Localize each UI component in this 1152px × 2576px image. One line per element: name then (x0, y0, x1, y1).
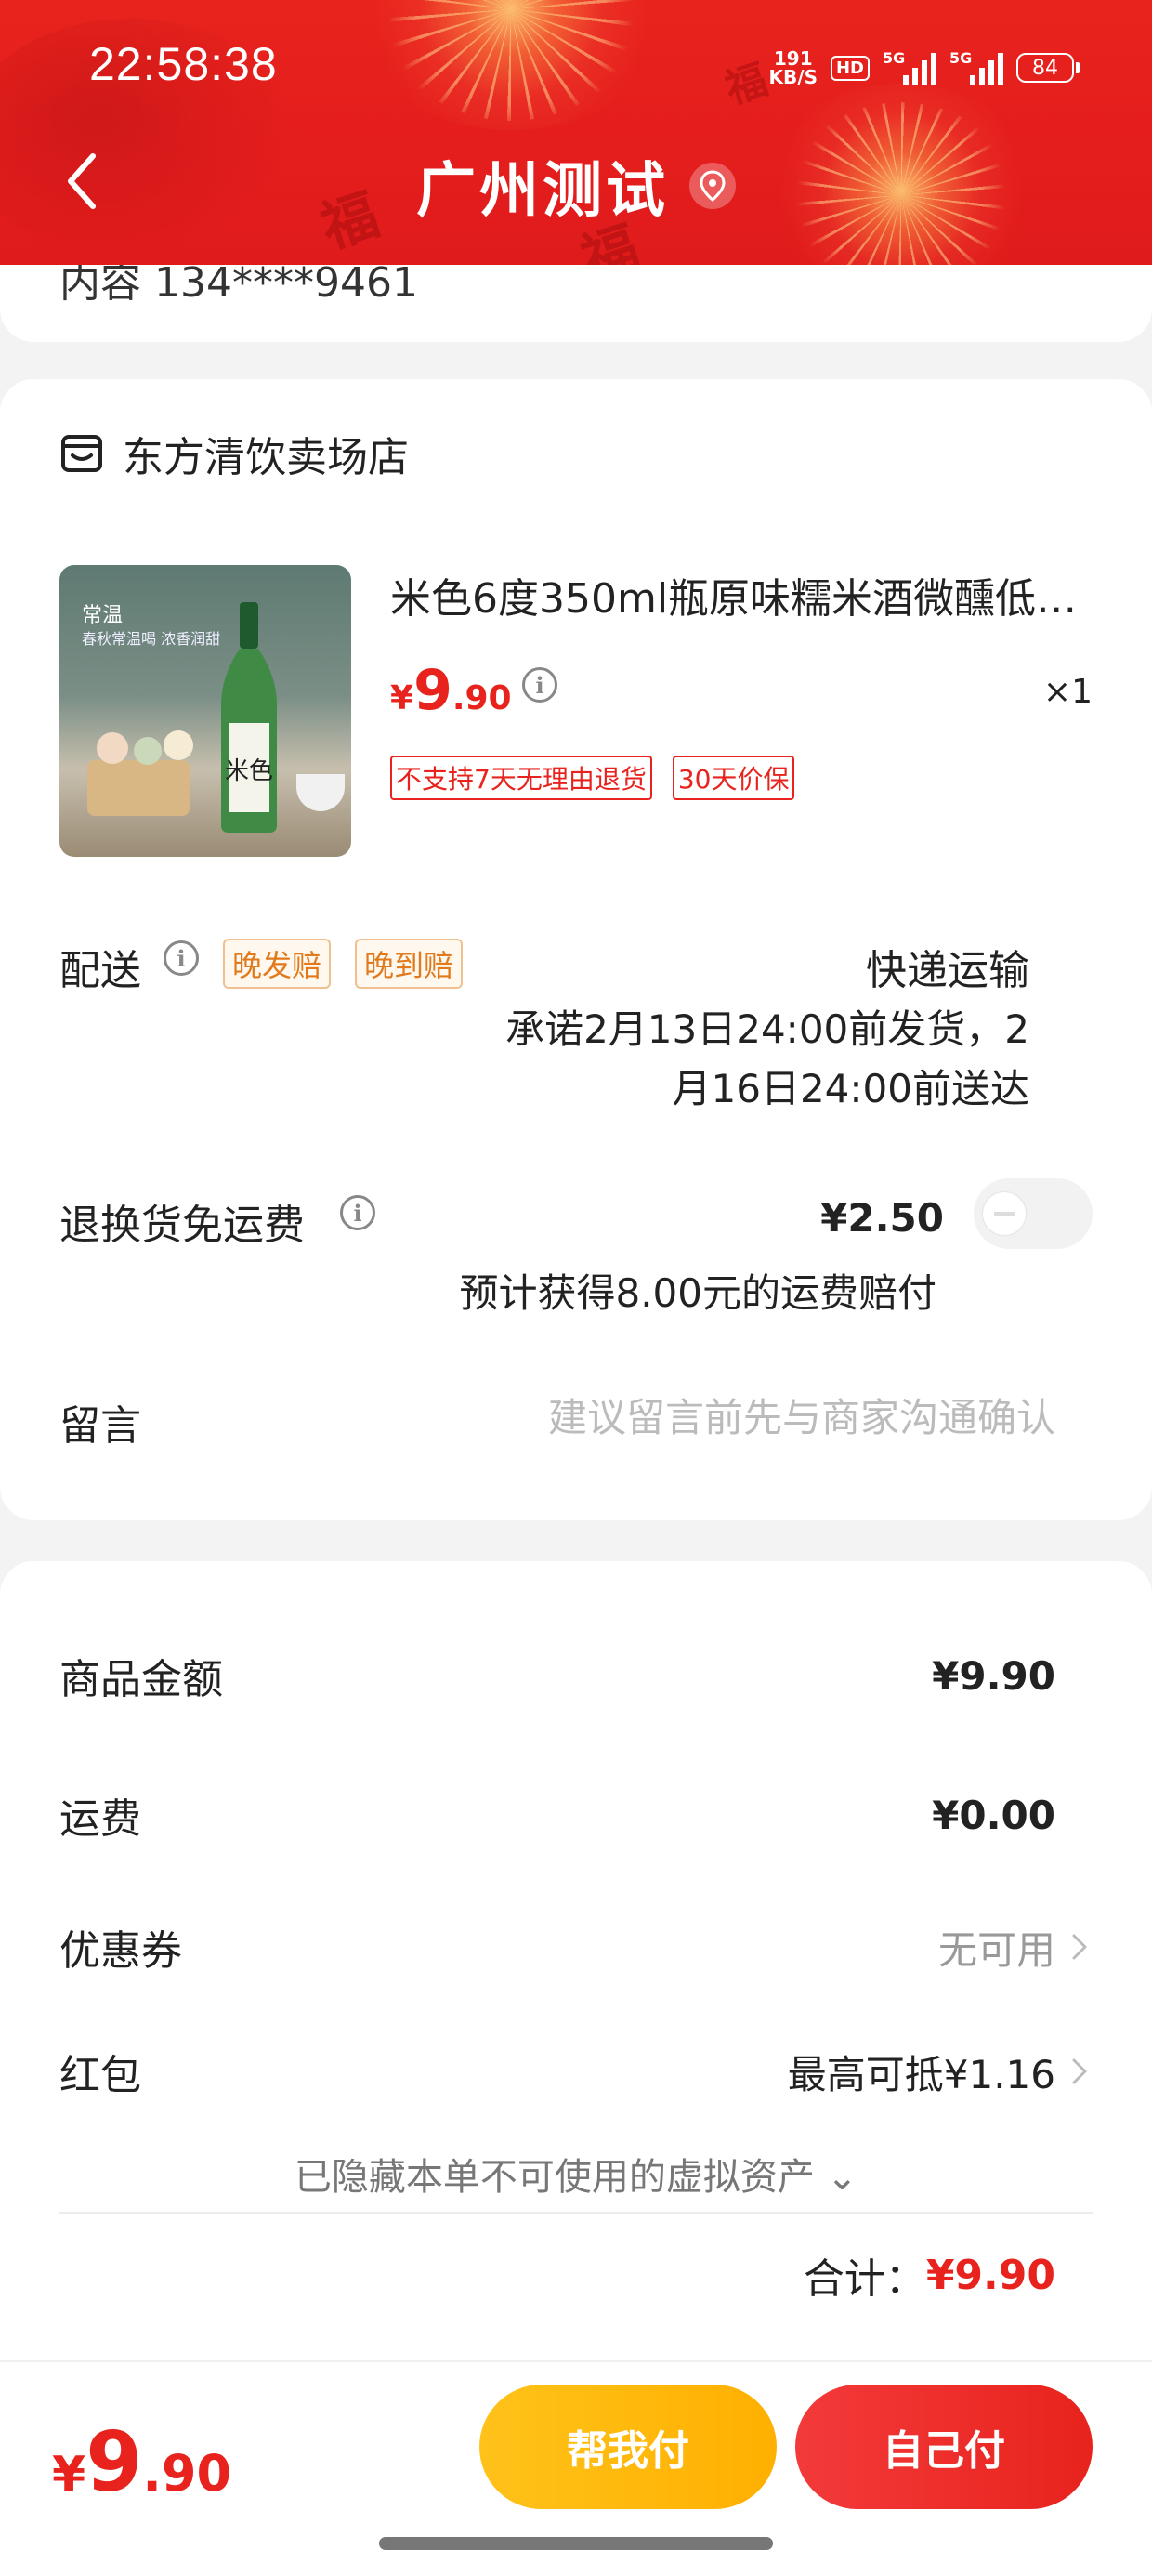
product-title[interactable]: 米色6度350ml瓶原味糯米酒微醺低度酒 (390, 565, 1096, 624)
shop-name: 东方清饮卖场店 (123, 434, 409, 481)
redpacket-label: 红包 (59, 2052, 141, 2099)
total-value: ¥9.90 (925, 2251, 1055, 2299)
product-image-subcaption: 春秋常温喝 浓香润甜 (82, 630, 221, 648)
return-shipping-label: 退换货免运费 (59, 1202, 305, 1249)
shop-icon (61, 435, 102, 472)
return-shipping-price: ¥2.50 (820, 1195, 944, 1241)
chevron-right-icon (1072, 2058, 1087, 2084)
tag-price-protect: 30天价保 (672, 756, 795, 800)
signal-icon: 5G (883, 49, 936, 85)
toggle-knob (983, 1192, 1026, 1235)
product-image[interactable]: 常温 春秋常温喝 浓香润甜 米色 (59, 565, 351, 857)
order-card: 东方清饮卖场店 常温 春秋常温喝 浓香润甜 米色 米色6度350ml瓶原味糯米酒… (0, 379, 1152, 1520)
redpacket-row[interactable]: 红包 最高可抵¥1.16 (59, 2039, 1093, 2104)
shipping-fee-row: 运费 ¥0.00 (59, 1782, 1093, 1847)
signal-icon: 5G (949, 49, 1003, 85)
message-input[interactable] (461, 1385, 1055, 1450)
cup-decoration (296, 774, 345, 811)
title-bar: 广州测试 (0, 149, 1152, 226)
return-info-icon[interactable]: i (340, 1195, 375, 1230)
tray-decoration (87, 760, 190, 816)
status-icons: 191 KB/S HD 5G 5G 84 (769, 45, 1080, 91)
divider (59, 2212, 1093, 2214)
self-pay-button[interactable]: 自己付 (795, 2385, 1093, 2509)
return-compensation: 预计获得8.00元的运费赔付 (459, 1270, 936, 1316)
fu-decoration: 福 (719, 56, 774, 114)
page-title: 广州测试 (416, 157, 669, 226)
home-indicator[interactable] (379, 2537, 773, 2550)
header: 福 福 福 22:58:38 191 KB/S HD 5G 5G 84 广州测试 (0, 0, 1152, 265)
tag-no-return: 不支持7天无理由退货 (390, 756, 652, 800)
delivery-label: 配送 (59, 947, 141, 994)
product-image-caption: 常温 (82, 604, 124, 627)
bottle-label: 米色 (225, 757, 273, 785)
hidden-assets-toggle[interactable]: 已隐藏本单不可使用的虚拟资产 ⌄ (0, 2147, 1152, 2201)
hd-icon: HD (830, 55, 870, 81)
product-tags: 不支持7天无理由退货 30天价保 (390, 756, 795, 800)
message-label: 留言 (59, 1402, 141, 1450)
delivery-method[interactable]: 快递运输 (866, 937, 1029, 996)
shop-header[interactable]: 东方清饮卖场店 (59, 424, 409, 483)
return-shipping-toggle[interactable] (974, 1178, 1093, 1249)
delivery-info-icon[interactable]: i (164, 940, 199, 976)
delivery-tags: 晚发赔 晚到赔 (223, 939, 464, 989)
goods-amount-label: 商品金额 (59, 1656, 223, 1703)
goods-amount-value: ¥9.90 (932, 1652, 1055, 1699)
product-price: ¥ 9 .90 (390, 658, 512, 723)
coupon-value: 无可用 (937, 1926, 1055, 1973)
help-pay-button[interactable]: 帮我付 (479, 2385, 777, 2509)
total-row: 合计： ¥9.90 (804, 2245, 1055, 2305)
total-label: 合计： (803, 2255, 926, 2303)
redpacket-value: 最高可抵¥1.16 (787, 2051, 1055, 2097)
location-pin-icon[interactable] (689, 163, 736, 209)
tag-late-ship: 晚发赔 (223, 939, 332, 989)
shipping-fee-value: ¥0.00 (932, 1792, 1055, 1838)
bottom-price: ¥ 9 .90 (52, 2414, 232, 2510)
goods-amount-row: 商品金额 ¥9.90 (59, 1643, 1093, 1708)
price-info-icon[interactable]: i (522, 667, 557, 703)
shipping-fee-label: 运费 (59, 1795, 141, 1843)
coupon-row[interactable]: 优惠券 无可用 (59, 1914, 1093, 1979)
wine-bottle-icon: 米色 (221, 602, 277, 833)
status-time: 22:58:38 (89, 38, 278, 90)
chevron-right-icon (1072, 1934, 1087, 1960)
net-speed: 191 KB/S (768, 47, 818, 88)
product-quantity: ×1 (1042, 673, 1093, 711)
battery-icon: 84 (1016, 53, 1080, 83)
checkout-page: 福 福 福 22:58:38 191 KB/S HD 5G 5G 84 广州测试… (0, 0, 1152, 2576)
delivery-promise: 承诺2月13日24:00前发货，2月16日24:00前送达 (505, 1006, 1029, 1111)
coupon-label: 优惠券 (59, 1927, 182, 1975)
tag-late-arrive: 晚到赔 (355, 939, 464, 989)
